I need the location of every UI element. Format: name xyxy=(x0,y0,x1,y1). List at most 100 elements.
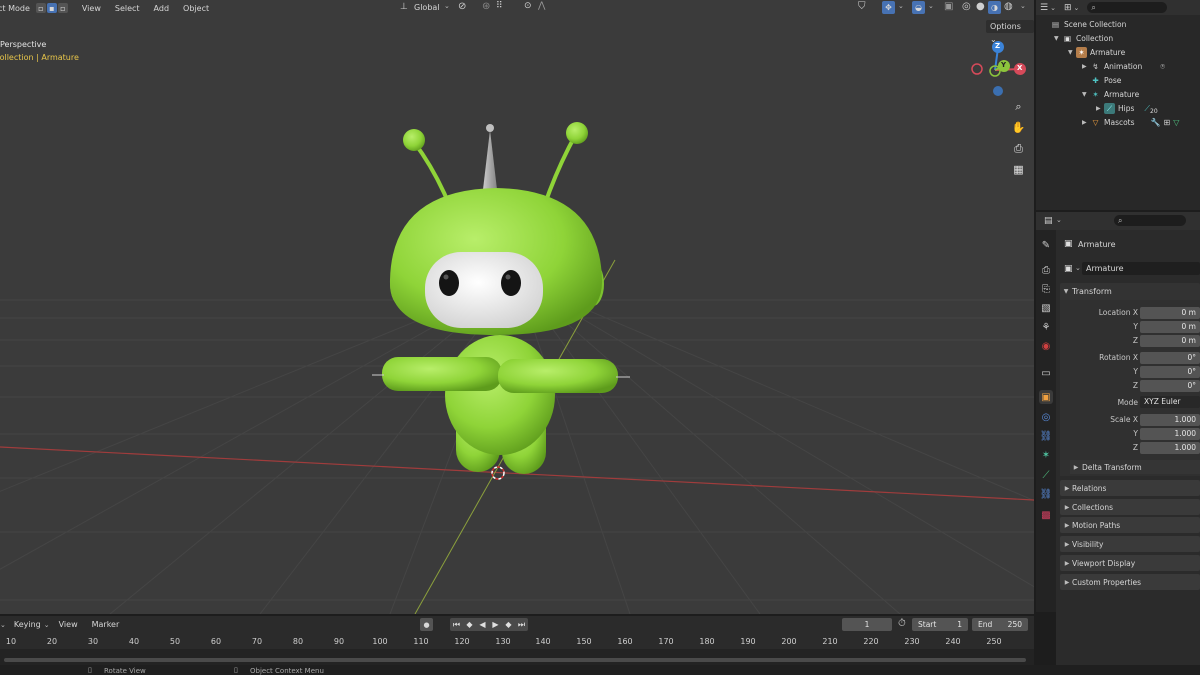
timeline-scrollbar[interactable] xyxy=(4,658,1026,662)
custom-properties-panel[interactable]: ▶ Custom Properties xyxy=(1060,574,1200,590)
jump-keyframe-forward-icon[interactable]: ◆ xyxy=(502,618,515,631)
scale-x-field[interactable]: 1.000 xyxy=(1140,414,1200,426)
outliner-item-pose[interactable]: ✚ Pose xyxy=(1090,74,1121,87)
transform-orientation-dropdown[interactable]: Global xyxy=(414,3,440,12)
bone-constraint-tab-icon[interactable]: ⛓ xyxy=(1039,487,1053,501)
bone-tab-icon[interactable]: ⟋ xyxy=(1039,468,1053,482)
viewport-display-panel[interactable]: ▶ Viewport Display xyxy=(1060,555,1200,571)
pan-hand-icon[interactable]: ✋ xyxy=(1010,119,1027,136)
outliner-item-mascots[interactable]: ▶ ▽ Mascots 🔧 ⊞ ▽ xyxy=(1082,116,1179,129)
snap-icon[interactable]: ⊛ xyxy=(482,1,490,12)
chevron-down-icon[interactable]: ⌄ xyxy=(1020,2,1026,10)
chevron-down-icon[interactable]: ⌄ xyxy=(1074,4,1080,12)
object-tab-icon[interactable]: ▣ xyxy=(1039,390,1053,404)
select-subtract-icon[interactable]: ▫ xyxy=(57,3,68,13)
view-layer-tab-icon[interactable]: ▧ xyxy=(1039,301,1053,315)
collection-tab-icon[interactable]: ▭ xyxy=(1039,366,1053,380)
chevron-down-icon[interactable]: ⌄ xyxy=(444,2,450,10)
chevron-down-icon[interactable]: ⌄ xyxy=(44,621,50,629)
outliner-item-armature-data[interactable]: ▼ ✶ Armature xyxy=(1082,88,1139,101)
gizmo-toggle-icon[interactable]: ✥ xyxy=(882,1,895,14)
jump-start-icon[interactable]: ⏮ xyxy=(450,618,463,631)
filter-icon[interactable]: ⊞ xyxy=(1064,3,1072,13)
zoom-icon[interactable]: ⌕ xyxy=(1010,98,1027,115)
object-name-field[interactable]: Armature xyxy=(1082,262,1200,275)
timeline-track[interactable] xyxy=(0,649,1034,665)
xray-toggle-icon[interactable]: ▣ xyxy=(944,1,953,12)
view-menu[interactable]: View xyxy=(82,4,101,13)
falloff-icon[interactable]: ⋀ xyxy=(538,1,545,11)
chevron-right-icon[interactable]: ▶ xyxy=(1096,105,1104,112)
start-frame-field[interactable]: Start 1 xyxy=(912,618,968,631)
chevron-down-icon[interactable]: ▼ xyxy=(1082,91,1090,98)
chevron-down-icon[interactable]: ⌄ xyxy=(1056,216,1062,224)
timer-icon[interactable]: ⏱ xyxy=(898,618,906,629)
pivot-icon[interactable]: ⊘ xyxy=(458,1,466,12)
render-tab-icon[interactable]: ⎙ xyxy=(1039,263,1053,277)
location-y-field[interactable]: 0 m xyxy=(1140,321,1200,333)
visibility-icon[interactable]: ⛉ xyxy=(858,1,866,12)
chevron-down-icon[interactable]: ⌄ xyxy=(898,2,904,10)
wireframe-shading-icon[interactable]: ◎ xyxy=(962,1,971,12)
chevron-right-icon[interactable]: ▶ xyxy=(1082,119,1090,126)
play-icon[interactable]: ▶ xyxy=(489,618,502,631)
tool-tab-icon[interactable]: ✎ xyxy=(1039,238,1053,252)
texture-tab-icon[interactable]: ▩ xyxy=(1039,508,1053,522)
rendered-shading-icon[interactable]: ◍ xyxy=(1004,1,1013,12)
auto-keying-record-icon[interactable]: ● xyxy=(420,618,433,631)
jump-keyframe-back-icon[interactable]: ◆ xyxy=(463,618,476,631)
solid-shading-icon[interactable]: ● xyxy=(976,1,985,12)
select-menu[interactable]: Select xyxy=(115,4,140,13)
location-z-field[interactable]: 0 m xyxy=(1140,335,1200,347)
snap-target-icon[interactable]: ⠿ xyxy=(496,1,503,11)
datablock-icon[interactable]: ▣ xyxy=(1064,264,1073,274)
location-x-field[interactable]: 0 m xyxy=(1140,307,1200,319)
object-data-tab-icon[interactable]: ✶ xyxy=(1039,448,1053,462)
material-shading-icon[interactable]: ◑ xyxy=(988,1,1001,14)
chevron-down-icon[interactable]: ▼ xyxy=(1068,49,1076,56)
outliner-item-scene-collection[interactable]: ▤ Scene Collection xyxy=(1050,18,1126,31)
camera-icon[interactable]: ⎙ xyxy=(1010,140,1027,157)
keying-menu[interactable]: Keying xyxy=(14,620,41,629)
physics-tab-icon[interactable]: ◎ xyxy=(1039,410,1053,424)
select-box-icon[interactable]: ▫ xyxy=(35,3,46,13)
mode-selector[interactable]: ct Mode xyxy=(0,4,30,13)
constraints-tab-icon[interactable]: ⛓ xyxy=(1039,429,1053,443)
overlays-toggle-icon[interactable]: ◒ xyxy=(912,1,925,14)
scene-tab-icon[interactable]: ⚘ xyxy=(1039,320,1053,334)
world-tab-icon[interactable]: ◉ xyxy=(1039,339,1053,353)
proportional-edit-icon[interactable]: ⊙ xyxy=(524,1,532,11)
motion-paths-panel[interactable]: ▶ Motion Paths xyxy=(1060,517,1200,533)
frame-ruler[interactable]: 10 20 30 40 50 60 70 80 90 100 110 120 1… xyxy=(0,633,1034,649)
rotation-x-field[interactable]: 0° xyxy=(1140,352,1200,364)
relations-panel[interactable]: ▶ Relations xyxy=(1060,480,1200,496)
outliner-search-input[interactable]: ⌕ xyxy=(1087,2,1168,13)
play-reverse-icon[interactable]: ◀ xyxy=(476,618,489,631)
editor-type-icon[interactable]: ▤ xyxy=(1044,216,1053,226)
select-extend-icon[interactable]: ▪ xyxy=(46,3,57,13)
chevron-right-icon[interactable]: ▶ xyxy=(1082,63,1090,70)
properties-search-input[interactable]: ⌕ xyxy=(1114,215,1186,226)
rotation-mode-dropdown[interactable]: XYZ Euler xyxy=(1140,396,1200,408)
end-frame-field[interactable]: End 250 xyxy=(972,618,1028,631)
current-frame-field[interactable]: 1 xyxy=(842,618,892,631)
collections-panel[interactable]: ▶ Collections xyxy=(1060,499,1200,515)
chevron-down-icon[interactable]: ⌄ xyxy=(928,2,934,10)
options-dropdown[interactable]: Options ⌄ xyxy=(986,20,1034,44)
display-mode-icon[interactable]: ☰ xyxy=(1040,3,1048,13)
jump-end-icon[interactable]: ⏭ xyxy=(515,618,528,631)
rotation-z-field[interactable]: 0° xyxy=(1140,380,1200,392)
chevron-down-icon[interactable]: ▼ xyxy=(1054,35,1062,42)
add-menu[interactable]: Add xyxy=(154,4,170,13)
visibility-panel[interactable]: ▶ Visibility xyxy=(1060,536,1200,552)
transform-panel-header[interactable]: ▼ Transform xyxy=(1060,283,1200,300)
output-tab-icon[interactable]: ⎘ xyxy=(1039,282,1053,296)
object-menu[interactable]: Object xyxy=(183,4,209,13)
outliner-item-armature[interactable]: ▼ ✶ Armature xyxy=(1068,46,1125,59)
scale-z-field[interactable]: 1.000 xyxy=(1140,442,1200,454)
chevron-down-icon[interactable]: ⌄ xyxy=(0,621,6,629)
chevron-down-icon[interactable]: ⌄ xyxy=(1075,264,1081,272)
delta-transform-subpanel[interactable]: ▶ Delta Transform xyxy=(1070,460,1200,474)
perspective-grid-icon[interactable]: ▦ xyxy=(1010,161,1027,178)
timeline-view-menu[interactable]: View xyxy=(59,620,78,629)
